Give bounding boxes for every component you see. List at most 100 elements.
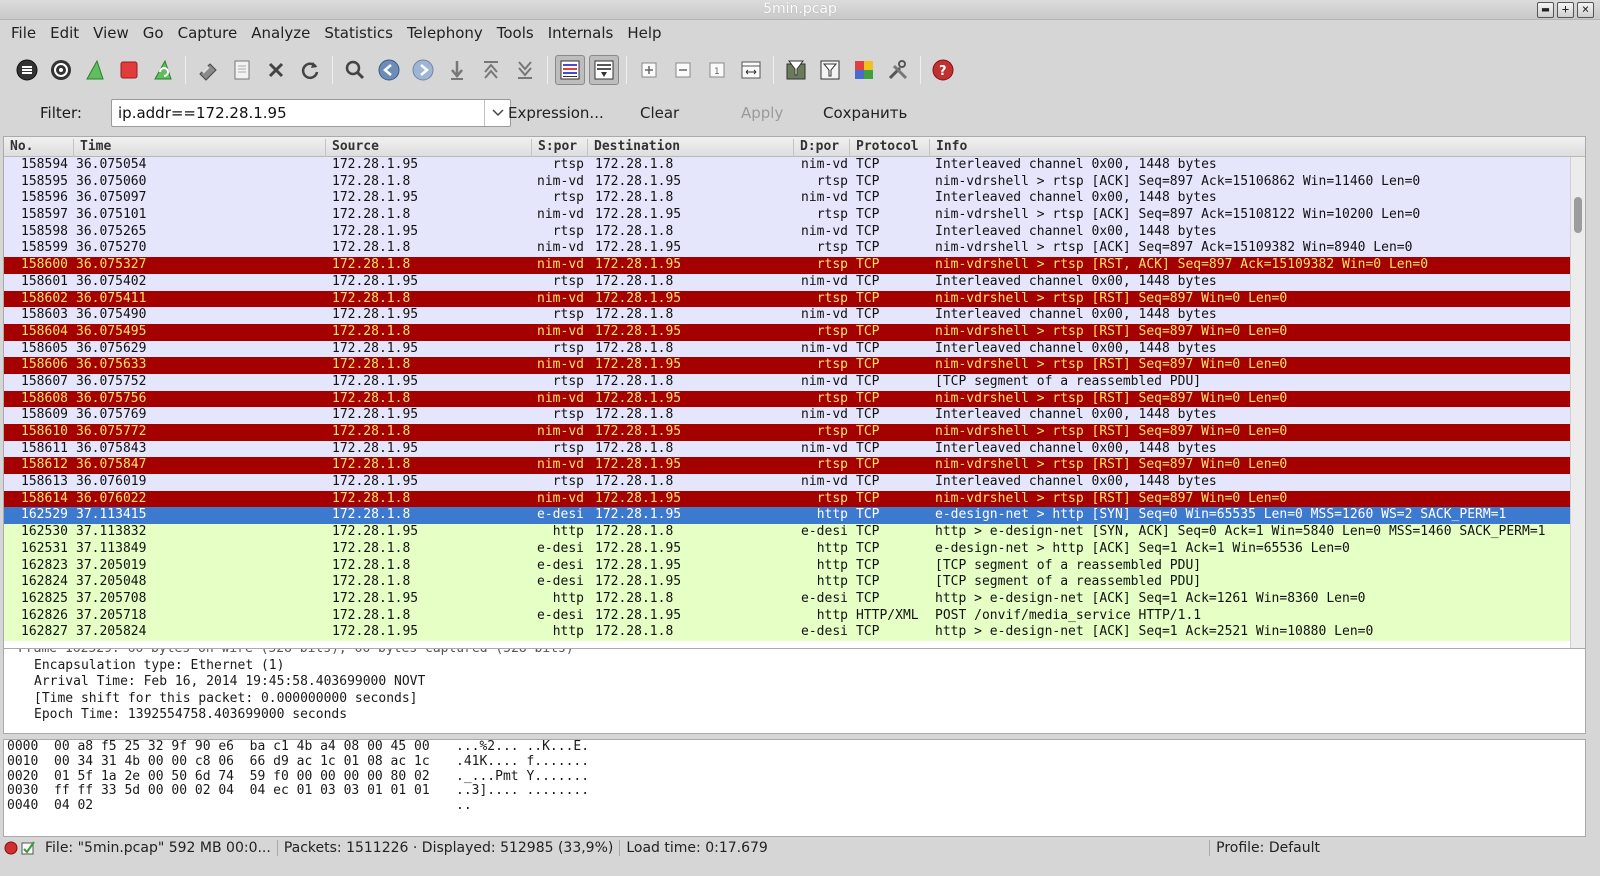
bytes-ascii[interactable]: ._...Pmt Y.......: [456, 769, 589, 785]
scrollbar-thumb[interactable]: [1574, 197, 1582, 233]
bytes-ascii[interactable]: .41K.... f.......: [456, 754, 589, 770]
packet-row[interactable]: 158604 36.075495 172.28.1.8 nim-vd 172.28.1.…: [4, 323, 1585, 341]
menu-tools[interactable]: Tools: [490, 24, 541, 42]
column-header-dport[interactable]: D:por: [794, 139, 850, 157]
status-profile[interactable]: Profile: Default: [1209, 840, 1600, 856]
packet-row[interactable]: 162824 37.205048 172.28.1.8 e-desi 172.28.1.…: [4, 574, 1585, 591]
display-filter-input[interactable]: [111, 99, 511, 127]
packet-row[interactable]: 158599 36.075270 172.28.1.8 nim-vd 172.28.1.…: [4, 240, 1585, 258]
expression-button[interactable]: Expression...: [508, 104, 604, 122]
packet-row[interactable]: 158605 36.075629 172.28.1.95 rtsp 172.28.1.8…: [4, 340, 1585, 358]
find-icon[interactable]: [340, 55, 370, 85]
go-to-icon[interactable]: [442, 55, 472, 85]
first-packet-icon[interactable]: [476, 55, 506, 85]
column-header-time[interactable]: Time: [74, 139, 326, 157]
capture-comment-icon[interactable]: [21, 841, 35, 855]
last-packet-icon[interactable]: [510, 55, 540, 85]
display-filters-icon[interactable]: [815, 55, 845, 85]
bytes-hex[interactable]: 00 a8 f5 25 32 9f 90 e6 ba c1 4b a4 08 0…: [54, 739, 430, 755]
open-icon[interactable]: [193, 55, 223, 85]
maximize-button[interactable]: +: [1557, 2, 1574, 18]
details-line[interactable]: Epoch Time: 1392554758.403699000 seconds: [4, 707, 1585, 724]
packet-list-scrollbar[interactable]: [1570, 157, 1585, 661]
packet-row[interactable]: 158608 36.075756 172.28.1.8 nim-vd 172.28.1.…: [4, 390, 1585, 408]
details-line[interactable]: Encapsulation type: Ethernet (1): [4, 658, 1585, 675]
back-icon[interactable]: [374, 55, 404, 85]
close-button[interactable]: ×: [1577, 2, 1594, 18]
menu-help[interactable]: Help: [620, 24, 668, 42]
reload-icon[interactable]: [295, 55, 325, 85]
packet-list[interactable]: No. Time Source S:por Destination D:por …: [3, 136, 1586, 662]
packet-row[interactable]: 158606 36.075633 172.28.1.8 nim-vd 172.28.1.…: [4, 357, 1585, 374]
packet-row[interactable]: 158610 36.075772 172.28.1.8 nim-vd 172.28.1.…: [4, 424, 1585, 441]
close-file-icon[interactable]: [261, 55, 291, 85]
packet-row[interactable]: 162827 37.205824 172.28.1.95 http 172.28.1.8…: [4, 624, 1585, 641]
help-icon[interactable]: ?: [928, 55, 958, 85]
packet-row[interactable]: 162530 37.113832 172.28.1.95 http 172.28.1.8…: [4, 524, 1585, 541]
menu-file[interactable]: File: [4, 24, 43, 42]
packet-row[interactable]: 158595 36.075060 172.28.1.8 nim-vd 172.28.1.…: [4, 173, 1585, 191]
colorize-icon[interactable]: [555, 55, 585, 85]
column-header-no[interactable]: No.: [4, 139, 74, 157]
start-capture-icon[interactable]: [80, 55, 110, 85]
column-header-sport[interactable]: S:por: [532, 139, 588, 157]
packet-row[interactable]: 162823 37.205019 172.28.1.8 e-desi 172.28.1.…: [4, 557, 1585, 575]
menu-go[interactable]: Go: [136, 24, 171, 42]
packet-row[interactable]: 158613 36.076019 172.28.1.95 rtsp 172.28.1.8…: [4, 474, 1585, 491]
menu-statistics[interactable]: Statistics: [317, 24, 400, 42]
apply-button[interactable]: Apply: [741, 104, 783, 122]
packet-row[interactable]: 158609 36.075769 172.28.1.95 rtsp 172.28.1.8…: [4, 407, 1585, 424]
packet-bytes[interactable]: 0000 00 a8 f5 25 32 9f 90 e6 ba c1 4b a4 …: [3, 739, 1586, 837]
packet-row[interactable]: 158598 36.075265 172.28.1.95 rtsp 172.28.1.8…: [4, 223, 1585, 241]
details-line[interactable]: [Time shift for this packet: 0.000000000…: [4, 691, 1585, 708]
column-header-destination[interactable]: Destination: [588, 139, 794, 157]
preferences-icon[interactable]: [883, 55, 913, 85]
zoom-out-icon[interactable]: [668, 55, 698, 85]
menu-analyze[interactable]: Analyze: [244, 24, 317, 42]
column-header-source[interactable]: Source: [326, 139, 532, 157]
column-header-protocol[interactable]: Protocol: [850, 139, 930, 157]
filter-history-dropdown[interactable]: [484, 100, 510, 126]
restart-capture-icon[interactable]: [148, 55, 178, 85]
bytes-ascii[interactable]: ..: [456, 798, 472, 814]
packet-row[interactable]: 158597 36.075101 172.28.1.8 nim-vd 172.28.1.…: [4, 207, 1585, 224]
menu-view[interactable]: View: [86, 24, 136, 42]
interfaces-icon[interactable]: [12, 55, 42, 85]
clear-button[interactable]: Clear: [640, 104, 679, 122]
column-header-info[interactable]: Info: [930, 139, 1570, 157]
bytes-ascii[interactable]: ..3].... ........: [456, 784, 589, 799]
packet-row[interactable]: 158611 36.075843 172.28.1.95 rtsp 172.28.1.8…: [4, 440, 1585, 458]
packet-row[interactable]: 158601 36.075402 172.28.1.95 rtsp 172.28.1.8…: [4, 273, 1585, 291]
packet-row[interactable]: 158614 36.076022 172.28.1.8 nim-vd 172.28.1.…: [4, 490, 1585, 508]
packet-row[interactable]: 158602 36.075411 172.28.1.8 nim-vd 172.28.1.…: [4, 290, 1585, 308]
resize-columns-icon[interactable]: [736, 55, 766, 85]
packet-details[interactable]: Frame 162529: 66 bytes on wire (528 bits…: [3, 648, 1586, 734]
expert-info-icon[interactable]: [4, 841, 18, 855]
bytes-hex[interactable]: 01 5f 1a 2e 00 50 6d 74 59 f0 00 00 00 0…: [54, 769, 430, 785]
details-line[interactable]: Arrival Time: Feb 16, 2014 19:45:58.4036…: [4, 674, 1585, 691]
packet-row[interactable]: 162531 37.113849 172.28.1.8 e-desi 172.28.1.…: [4, 540, 1585, 558]
zoom-in-icon[interactable]: [634, 55, 664, 85]
menu-telephony[interactable]: Telephony: [400, 24, 490, 42]
capture-filters-icon[interactable]: [781, 55, 811, 85]
save-icon[interactable]: [227, 55, 257, 85]
packet-row[interactable]: 158612 36.075847 172.28.1.8 nim-vd 172.28.1.…: [4, 457, 1585, 475]
packet-row[interactable]: 162826 37.205718 172.28.1.8 e-desi 172.28.1.…: [4, 607, 1585, 625]
menu-edit[interactable]: Edit: [43, 24, 86, 42]
autoscroll-icon[interactable]: [589, 55, 619, 85]
bytes-ascii[interactable]: ...%2... ..K...E.: [456, 739, 589, 755]
forward-icon[interactable]: [408, 55, 438, 85]
packet-row[interactable]: 158600 36.075327 172.28.1.8 nim-vd 172.28.1.…: [4, 257, 1585, 274]
packet-row[interactable]: 158596 36.075097 172.28.1.95 rtsp 172.28.1.8…: [4, 190, 1585, 208]
packet-row[interactable]: 162529 37.113415 172.28.1.8 e-desi 172.28.1.…: [4, 507, 1585, 525]
packet-row[interactable]: 158607 36.075752 172.28.1.95 rtsp 172.28.1.8…: [4, 373, 1585, 391]
minimize-button[interactable]: ▬: [1537, 2, 1554, 18]
bytes-hex[interactable]: 00 34 31 4b 00 00 c8 06 66 d9 ac 1c 01 0…: [54, 754, 430, 770]
bytes-hex[interactable]: ff ff 33 5d 00 00 02 04 04 ec 01 03 03 0…: [54, 784, 430, 799]
packet-row[interactable]: 158603 36.075490 172.28.1.95 rtsp 172.28.1.8…: [4, 307, 1585, 324]
stop-capture-icon[interactable]: [114, 55, 144, 85]
normal-size-icon[interactable]: 1: [702, 55, 732, 85]
bytes-hex[interactable]: 04 02: [54, 798, 93, 814]
options-icon[interactable]: [46, 55, 76, 85]
menu-internals[interactable]: Internals: [541, 24, 621, 42]
